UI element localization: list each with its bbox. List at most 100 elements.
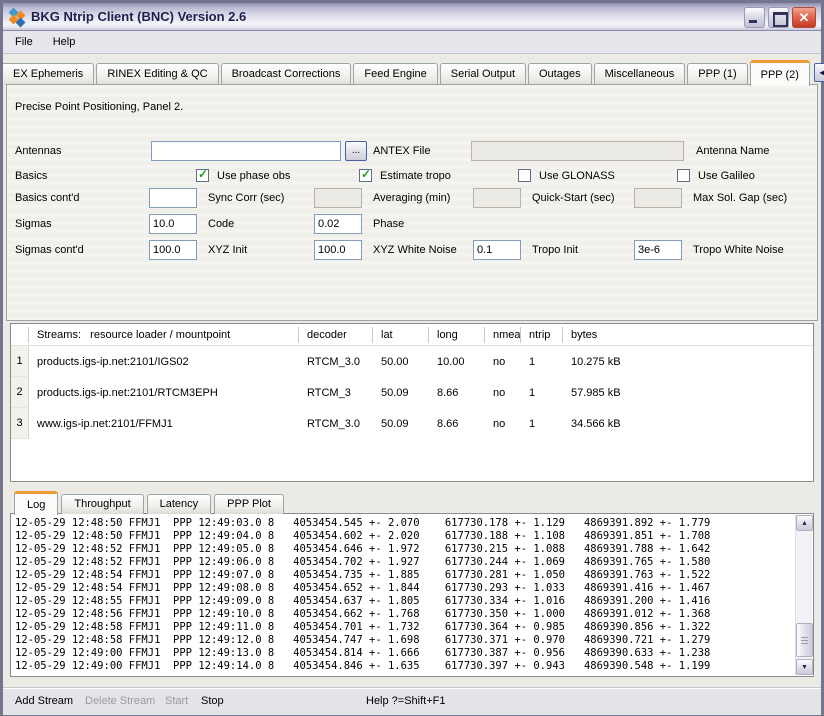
minimize-button[interactable]	[744, 7, 765, 28]
basics-contd-label: Basics cont'd	[15, 192, 79, 204]
sync-corr-label: Sync Corr (sec)	[208, 192, 284, 204]
sync-corr-input[interactable]	[149, 188, 197, 208]
log-line: 12-05-29 12:48:52 FFMJ1 PPP 12:49:06.0 8…	[15, 556, 791, 569]
scrollbar-thumb[interactable]	[796, 623, 813, 657]
sigmas-contd-row: Sigmas cont'd XYZ Init XYZ White Noise T…	[7, 240, 817, 260]
basics-row: Basics Use phase obs Estimate tropo Use …	[7, 167, 817, 187]
cell-decoder: RTCM_3	[299, 387, 373, 399]
cell-lat: 50.00	[373, 356, 429, 368]
estimate-tropo-checkbox[interactable]	[359, 169, 372, 182]
scroll-down-icon[interactable]: ▼	[796, 659, 813, 675]
antenna-name-label: Antenna Name	[696, 145, 769, 157]
stop-button[interactable]: Stop	[201, 695, 224, 707]
menu-bar: File Help	[3, 31, 821, 54]
window-title: BKG Ntrip Client (BNC) Version 2.6	[31, 9, 246, 24]
tab-log[interactable]: Log	[14, 491, 58, 515]
antex-file-label: ANTEX File	[373, 145, 430, 157]
use-glonass-label: Use GLONASS	[539, 170, 615, 182]
cell-bytes: 34.566 kB	[563, 418, 813, 430]
add-stream-button[interactable]: Add Stream	[15, 695, 73, 707]
tab-ppp-plot[interactable]: PPP Plot	[214, 494, 284, 514]
tropo-init-input[interactable]	[473, 240, 521, 260]
log-scrollbar[interactable]: ▲ ▼	[795, 515, 812, 675]
basics-contd-row: Basics cont'd Sync Corr (sec) Averaging …	[7, 188, 817, 208]
help-shortcut-label: Help ?=Shift+F1	[366, 695, 446, 707]
tab-serial-output[interactable]: Serial Output	[440, 63, 526, 85]
quick-start-input	[473, 188, 521, 208]
menu-file[interactable]: File	[9, 34, 39, 50]
log-line: 12-05-29 12:48:58 FFMJ1 PPP 12:49:11.0 8…	[15, 621, 791, 634]
xyz-white-noise-input[interactable]	[314, 240, 362, 260]
sigmas-row: Sigmas Code Phase	[7, 214, 817, 234]
cell-ntrip: 1	[521, 356, 563, 368]
tab-latency[interactable]: Latency	[147, 494, 212, 514]
ppp2-panel: Precise Point Positioning, Panel 2. Ante…	[6, 84, 818, 321]
cell-lat: 50.09	[373, 418, 429, 430]
tab-feed-engine[interactable]: Feed Engine	[353, 63, 437, 85]
tab-miscellaneous[interactable]: Miscellaneous	[594, 63, 686, 85]
use-galileo-checkbox[interactable]	[677, 169, 690, 182]
scroll-up-icon[interactable]: ▲	[796, 515, 813, 531]
tab-ppp-2[interactable]: PPP (2)	[750, 60, 810, 86]
log-line: 12-05-29 12:48:54 FFMJ1 PPP 12:49:08.0 8…	[15, 582, 791, 595]
cell-decoder: RTCM_3.0	[299, 418, 373, 430]
sigma-code-input[interactable]	[149, 214, 197, 234]
cell-mountpoint: www.igs-ip.net:2101/FFMJ1	[29, 418, 299, 430]
table-row[interactable]: 3 www.igs-ip.net:2101/FFMJ1 RTCM_3.0 50.…	[11, 408, 813, 439]
cell-bytes: 10.275 kB	[563, 356, 813, 368]
table-row[interactable]: 1 products.igs-ip.net:2101/IGS02 RTCM_3.…	[11, 346, 813, 377]
tab-throughput[interactable]: Throughput	[61, 494, 143, 514]
averaging-label: Averaging (min)	[373, 192, 450, 204]
tab-scroll-left-icon[interactable]: ◀	[814, 63, 824, 82]
app-window: BKG Ntrip Client (BNC) Version 2.6 ✕ Fil…	[0, 0, 824, 716]
use-phase-obs-label: Use phase obs	[217, 170, 290, 182]
maximize-button[interactable]	[768, 7, 789, 28]
antennas-browse-button[interactable]: ...	[345, 141, 367, 161]
log-line: 12-05-29 12:48:50 FFMJ1 PPP 12:49:04.0 8…	[15, 530, 791, 543]
antennas-input[interactable]	[151, 141, 341, 161]
log-line: 12-05-29 12:49:00 FFMJ1 PPP 12:49:14.0 8…	[15, 660, 791, 673]
antennas-label: Antennas	[15, 145, 61, 157]
sigmas-label: Sigmas	[15, 218, 52, 230]
cell-nmea: no	[485, 418, 521, 430]
header-lat: lat	[373, 327, 429, 343]
tab-outages[interactable]: Outages	[528, 63, 592, 85]
sigma-phase-label: Phase	[373, 218, 404, 230]
tropo-white-noise-input[interactable]	[634, 240, 682, 260]
header-bytes: bytes	[563, 327, 813, 343]
sigma-phase-input[interactable]	[314, 214, 362, 234]
tab-ppp-1[interactable]: PPP (1)	[687, 63, 747, 85]
log-line: 12-05-29 12:48:50 FFMJ1 PPP 12:49:03.0 8…	[15, 517, 791, 530]
close-button[interactable]: ✕	[792, 7, 816, 28]
log-lines: 12-05-29 12:48:50 FFMJ1 PPP 12:49:03.0 8…	[15, 517, 791, 674]
header-nmea: nmea	[485, 327, 521, 343]
client-area: File Help EX Ephemeris RINEX Editing & Q…	[3, 31, 821, 713]
panel-caption: Precise Point Positioning, Panel 2.	[15, 101, 183, 113]
tab-broadcast-corrections[interactable]: Broadcast Corrections	[221, 63, 352, 85]
xyz-init-label: XYZ Init	[208, 244, 247, 256]
use-glonass-checkbox[interactable]	[518, 169, 531, 182]
start-button: Start	[165, 695, 188, 707]
xyz-init-input[interactable]	[149, 240, 197, 260]
antennas-row: Antennas ... ANTEX File Antenna Name	[7, 141, 817, 161]
use-phase-obs-checkbox[interactable]	[196, 169, 209, 182]
cell-mountpoint: products.igs-ip.net:2101/IGS02	[29, 356, 299, 368]
top-tab-bar: EX Ephemeris RINEX Editing & QC Broadcas…	[3, 57, 821, 85]
menu-help[interactable]: Help	[47, 34, 82, 50]
header-decoder: decoder	[299, 327, 373, 343]
cell-ntrip: 1	[521, 387, 563, 399]
sigma-code-label: Code	[208, 218, 234, 230]
tab-rinex-editing-qc[interactable]: RINEX Editing & QC	[96, 63, 218, 85]
table-row[interactable]: 2 products.igs-ip.net:2101/RTCM3EPH RTCM…	[11, 377, 813, 408]
cell-lat: 50.09	[373, 387, 429, 399]
title-bar: BKG Ntrip Client (BNC) Version 2.6 ✕	[3, 3, 821, 31]
row-number: 1	[11, 346, 29, 377]
cell-long: 8.66	[429, 387, 485, 399]
xyz-white-noise-label: XYZ White Noise	[373, 244, 457, 256]
streams-table-header: Streams: resource loader / mountpoint de…	[11, 324, 813, 346]
log-line: 12-05-29 12:48:52 FFMJ1 PPP 12:49:05.0 8…	[15, 543, 791, 556]
cell-bytes: 57.985 kB	[563, 387, 813, 399]
tab-rinex-ephemeris[interactable]: EX Ephemeris	[3, 63, 94, 85]
cell-long: 8.66	[429, 418, 485, 430]
header-ntrip: ntrip	[521, 327, 563, 343]
